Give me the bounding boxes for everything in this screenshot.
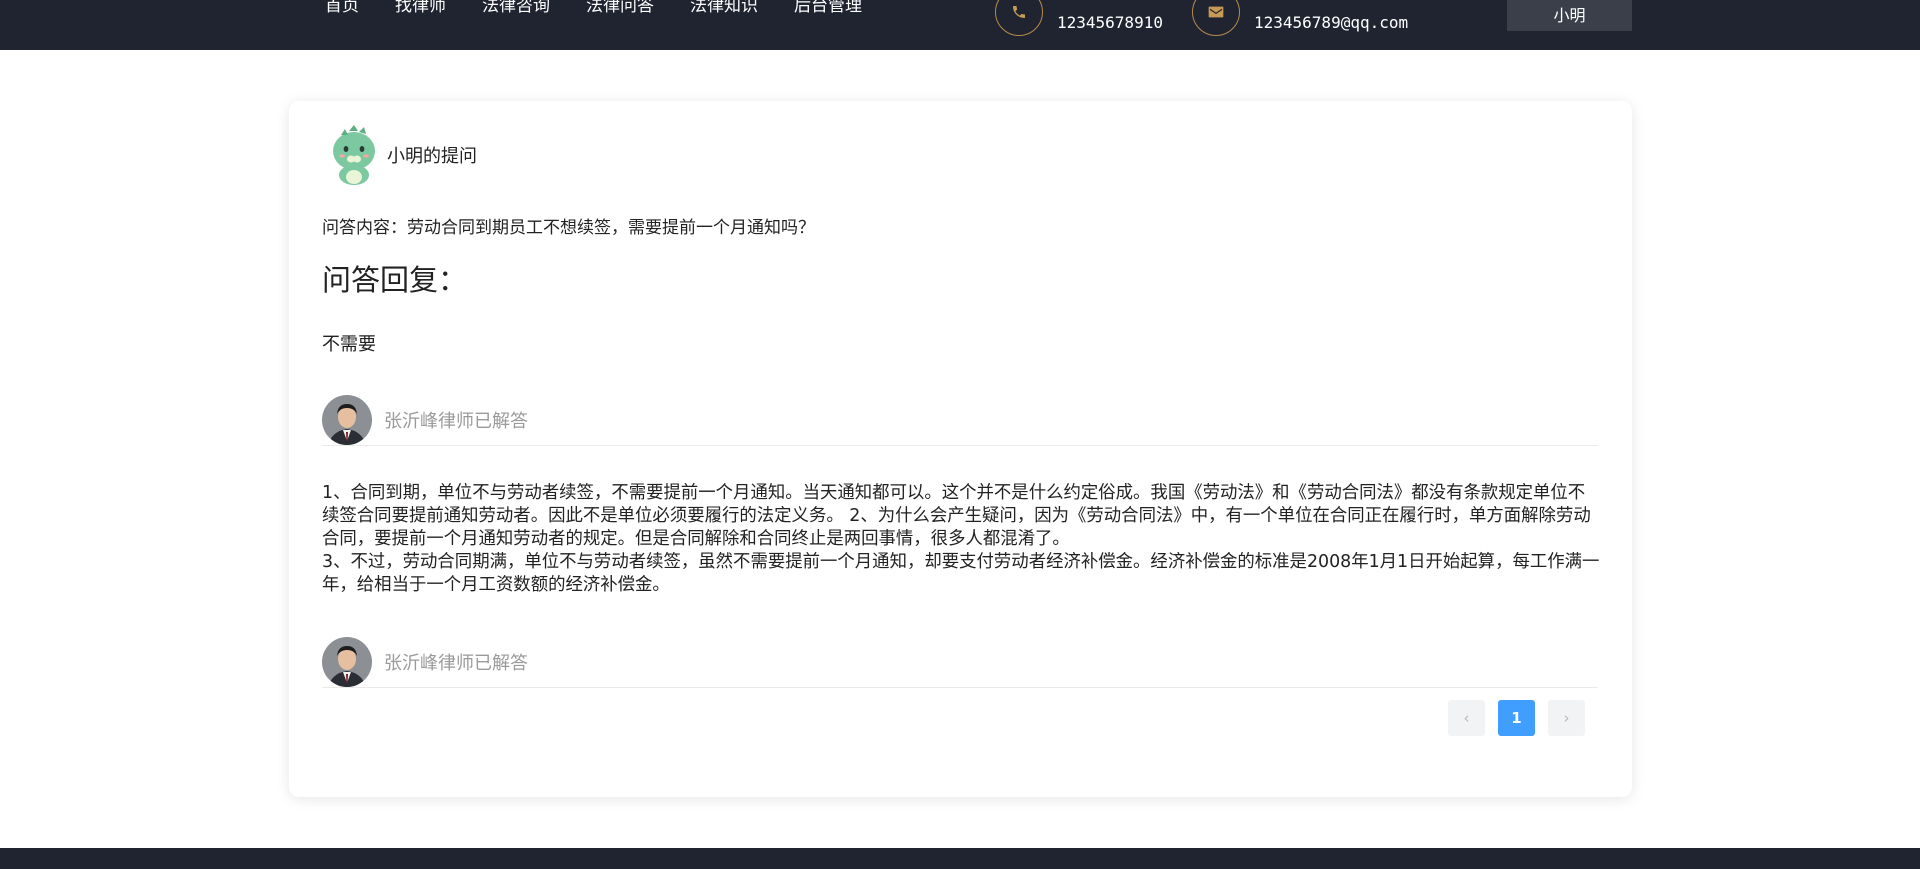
- reply-heading: 问答回复：: [322, 263, 468, 297]
- footer-bar: [0, 848, 1920, 869]
- asker-avatar: [333, 125, 375, 185]
- contact-email: 123456789@qq.com: [1192, 0, 1408, 36]
- answer-paragraph: 1、合同到期，单位不与劳动者续签，不需要提前一个月通知。当天通知都可以。这个并不…: [322, 483, 1591, 549]
- nav-item-legal-knowledge[interactable]: 法律知识: [690, 0, 758, 17]
- lawyer-answer-header: 张沂峰律师已解答: [322, 636, 1598, 688]
- nav-item-home[interactable]: 首页: [325, 0, 359, 17]
- phone-number: 12345678910: [1057, 13, 1163, 32]
- nav-item-legal-consult[interactable]: 法律咨询: [482, 0, 550, 17]
- next-page-button[interactable]: ›: [1548, 700, 1585, 736]
- pagination: ‹ 1 ›: [1448, 700, 1585, 736]
- lawyer-answer-header: 张沂峰律师已解答: [322, 394, 1598, 446]
- page-number-button[interactable]: 1: [1498, 700, 1535, 736]
- lawyer-avatar: [322, 394, 372, 445]
- asker-title: 小明的提问: [387, 146, 477, 167]
- top-navigation-bar: 首页 找律师 法律咨询 法律问答 法律知识 后台管理 12345678910 1…: [0, 0, 1920, 50]
- mail-icon: [1192, 0, 1240, 36]
- main-nav: 首页 找律师 法律咨询 法律问答 法律知识 后台管理: [325, 0, 898, 17]
- nav-item-admin[interactable]: 后台管理: [794, 0, 862, 17]
- answer-paragraph: 3、不过，劳动合同期满，单位不与劳动者续签，虽然不需要提前一个月通知，却要支付劳…: [322, 552, 1600, 595]
- lawyer-avatar: [322, 636, 372, 687]
- qa-detail-card: 小明的提问 问答内容：劳动合同到期员工不想续签，需要提前一个月通知吗？ 问答回复…: [289, 101, 1632, 797]
- phone-icon: [995, 0, 1043, 36]
- question-content: 问答内容：劳动合同到期员工不想续签，需要提前一个月通知吗？: [322, 218, 815, 238]
- nav-item-legal-qa[interactable]: 法律问答: [586, 0, 654, 17]
- user-menu-button[interactable]: 小明: [1507, 0, 1632, 31]
- lawyer-answered-label: 张沂峰律师已解答: [384, 652, 528, 674]
- contact-phone: 12345678910: [995, 0, 1163, 36]
- lawyer-answered-label: 张沂峰律师已解答: [384, 410, 528, 432]
- reply-short-answer: 不需要: [322, 334, 376, 355]
- email-address: 123456789@qq.com: [1254, 13, 1409, 32]
- answer-body: 1、合同到期，单位不与劳动者续签，不需要提前一个月通知。当天通知都可以。这个并不…: [322, 482, 1602, 597]
- nav-item-find-lawyer[interactable]: 找律师: [395, 0, 446, 17]
- asker-header: 小明的提问: [329, 125, 477, 185]
- prev-page-button[interactable]: ‹: [1448, 700, 1485, 736]
